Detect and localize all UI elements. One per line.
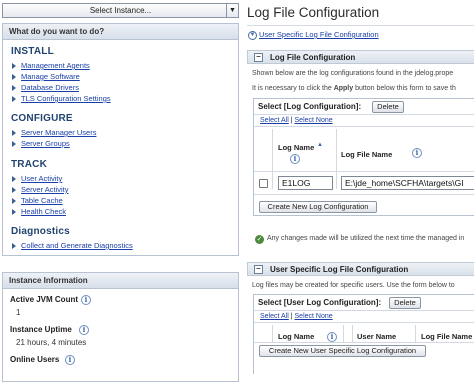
instance-info-header: Instance Information: [3, 273, 238, 289]
delete-button[interactable]: Delete: [389, 297, 421, 309]
row-checkbox[interactable]: [259, 179, 268, 188]
nav-link-database-drivers[interactable]: Database Drivers: [12, 83, 79, 93]
instance-uptime-label: Instance Uptime: [10, 325, 72, 334]
log-config-section-header[interactable]: – Log File Configuration: [247, 50, 474, 64]
active-jvm-count-label: Active JVM Count: [10, 295, 79, 304]
bullet-icon: [12, 63, 16, 69]
bullet-icon: [12, 209, 16, 215]
user-log-config-table: Select [User Log Configuration]: Delete …: [253, 294, 474, 374]
instance-info-panel: Instance Information Active JVM Count i …: [2, 272, 239, 382]
nav-section-track: TRACK: [11, 159, 47, 170]
collapse-icon[interactable]: –: [254, 53, 263, 62]
nav-link-management-agents[interactable]: Management Agents: [12, 61, 90, 71]
info-icon[interactable]: i: [327, 332, 337, 342]
col-divider: [343, 325, 344, 342]
row-divider: [254, 194, 474, 195]
nav-link-tls-configuration[interactable]: TLS Configuration Settings: [12, 94, 111, 104]
col-log-name[interactable]: Log Name: [278, 143, 314, 152]
col-divider: [352, 325, 353, 342]
nav-link-user-activity[interactable]: User Activity: [12, 174, 62, 184]
bullet-icon: [12, 243, 16, 249]
log-config-section-title: Log File Configuration: [270, 53, 356, 62]
sidebar: Select Instance... ▼ What do you want to…: [0, 0, 240, 382]
active-jvm-count-value: 1: [16, 308, 21, 317]
instance-uptime-value: 21 hours, 4 minutes: [16, 338, 87, 347]
row-divider: [254, 171, 474, 172]
nav-link-manage-software[interactable]: Manage Software: [12, 72, 80, 82]
nav-section-diagnostics: Diagnostics: [11, 226, 70, 237]
bullet-icon: [12, 96, 16, 102]
user-log-config-section-header[interactable]: – User Specific Log File Configuration: [247, 262, 474, 276]
info-icon[interactable]: i: [412, 148, 422, 158]
user-log-config-toolbar: Select [User Log Configuration]: Delete: [254, 295, 474, 311]
instance-select-label: Select Instance...: [89, 6, 152, 15]
navigation-panel-header: What do you want to do?: [3, 24, 238, 40]
log-config-table: Select [Log Configuration]: Delete Selec…: [253, 98, 474, 216]
create-log-config-button[interactable]: Create New Log Configuration: [259, 201, 377, 213]
col-log-file-name[interactable]: Log File Name: [341, 150, 392, 159]
select-all-link[interactable]: Select All: [260, 313, 289, 320]
nav-link-server-activity[interactable]: Server Activity: [12, 185, 69, 195]
row-divider: [254, 342, 474, 343]
bullet-icon: [12, 176, 16, 182]
nav-link-health-check[interactable]: Health Check: [12, 207, 66, 217]
col-log-name[interactable]: Log Name: [278, 332, 314, 341]
info-icon[interactable]: i: [290, 154, 300, 164]
instance-select[interactable]: Select Instance... ▼: [2, 3, 239, 18]
page-title: Log File Configuration: [247, 5, 380, 20]
user-log-config-description: Log files may be created for specific us…: [252, 282, 455, 289]
log-config-description: Shown below are the log configurations f…: [252, 70, 454, 77]
delete-button[interactable]: Delete: [372, 101, 404, 113]
select-none-link[interactable]: Select None: [295, 313, 333, 320]
selection-row: Select All | Select None: [254, 311, 474, 323]
col-log-file-name[interactable]: Log File Name: [421, 332, 472, 341]
info-icon[interactable]: i: [79, 325, 89, 335]
chevron-down-icon[interactable]: ▼: [226, 4, 238, 17]
col-divider: [272, 129, 273, 189]
select-all-link[interactable]: Select All: [260, 117, 289, 124]
user-log-config-section-title: User Specific Log File Configuration: [270, 265, 409, 274]
bullet-icon: [12, 198, 16, 204]
col-divider: [272, 325, 273, 342]
col-user-name[interactable]: User Name: [357, 332, 396, 341]
nav-link-server-groups[interactable]: Server Groups: [12, 139, 70, 149]
info-icon[interactable]: i: [65, 355, 75, 365]
bullet-icon: [12, 85, 16, 91]
checkmark-icon: ✓: [255, 235, 264, 244]
nav-link-server-manager-users[interactable]: Server Manager Users: [12, 128, 96, 138]
selection-row: Select All | Select None: [254, 115, 474, 127]
collapse-icon[interactable]: –: [254, 265, 263, 274]
info-icon[interactable]: i: [81, 295, 91, 305]
log-name-input[interactable]: E1LOG: [278, 176, 333, 190]
col-divider: [415, 325, 416, 342]
apply-instruction: It is necessary to click the Apply butto…: [252, 85, 456, 92]
nav-link-table-cache[interactable]: Table Cache: [12, 196, 63, 206]
nav-link-collect-diagnostics[interactable]: Collect and Generate Diagnostics: [12, 241, 133, 251]
log-file-name-input[interactable]: E:\jde_home\SCFHA\targets\GI: [341, 176, 474, 190]
sort-ascending-icon[interactable]: ▲: [317, 142, 323, 148]
col-divider: [336, 129, 337, 189]
nav-section-install: INSTALL: [11, 46, 54, 57]
bullet-icon: [12, 130, 16, 136]
navigation-panel: What do you want to do? INSTALL Manageme…: [2, 23, 239, 256]
select-log-config-label: Select [Log Configuration]:: [258, 102, 362, 111]
select-none-link[interactable]: Select None: [295, 117, 333, 124]
title-divider: [247, 25, 474, 26]
main-content: Log File Configuration ▼ User Specific L…: [243, 0, 474, 374]
changes-note: Any changes made will be utilized the ne…: [267, 235, 465, 242]
bullet-icon: [12, 141, 16, 147]
online-users-label: Online Users: [10, 355, 60, 364]
log-config-toolbar: Select [Log Configuration]: Delete: [254, 99, 474, 115]
user-specific-config-link[interactable]: User Specific Log File Configuration: [259, 30, 379, 39]
create-user-log-config-button[interactable]: Create New User Specific Log Configurati…: [259, 345, 426, 357]
bullet-icon: [12, 187, 16, 193]
bullet-icon: [12, 74, 16, 80]
nav-section-configure: CONFIGURE: [11, 113, 73, 124]
jump-down-icon: ▼: [248, 31, 257, 40]
select-user-log-config-label: Select [User Log Configuration]:: [258, 298, 382, 307]
